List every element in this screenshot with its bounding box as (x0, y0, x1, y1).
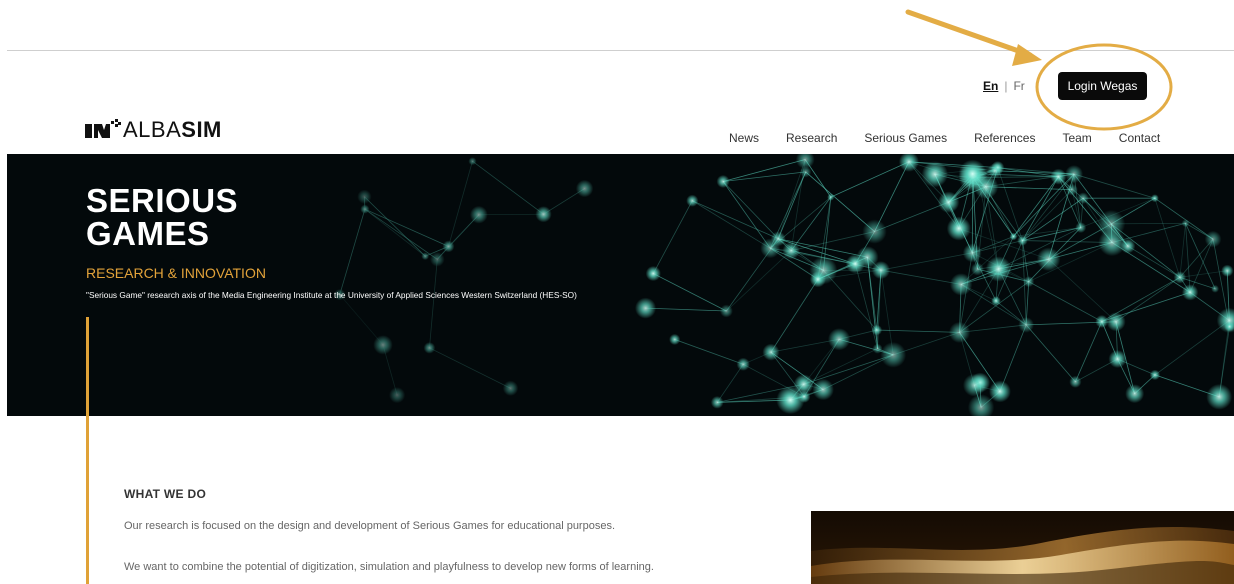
paragraph-research-focus: Our research is focused on the design an… (124, 520, 616, 532)
login-wegas-button[interactable]: Login Wegas (1058, 72, 1147, 100)
golden-wave-image (811, 511, 1234, 584)
hero-banner: SERIOUS GAMES RESEARCH & INNOVATION "Ser… (7, 154, 1234, 416)
logo-wordmark: ALBASIM (123, 117, 222, 142)
albasim-logo[interactable]: ALBASIM (85, 117, 222, 142)
nav-news[interactable]: News (729, 131, 759, 145)
hero-title: SERIOUS GAMES (86, 182, 239, 252)
nav-contact[interactable]: Contact (1119, 131, 1160, 145)
section-heading-what-we-do: WHAT WE DO (124, 487, 207, 501)
language-switcher: En | Fr (983, 79, 1025, 93)
main-nav: News Research Serious Games References T… (729, 131, 1160, 145)
nav-research[interactable]: Research (786, 131, 837, 145)
nav-team[interactable]: Team (1062, 131, 1091, 145)
logo-mark-icon (85, 119, 121, 138)
top-divider (7, 50, 1234, 51)
nav-references[interactable]: References (974, 131, 1035, 145)
lang-fr-link[interactable]: Fr (1013, 79, 1024, 93)
accent-vertical-line (86, 317, 89, 584)
lang-separator: | (1004, 79, 1008, 93)
paragraph-learning: We want to combine the potential of digi… (124, 561, 654, 573)
lang-en-link[interactable]: En (983, 79, 998, 93)
pointer-arrow-icon (905, 9, 1033, 58)
hero-description: "Serious Game" research axis of the Medi… (86, 290, 577, 300)
hero-subtitle: RESEARCH & INNOVATION (86, 265, 266, 281)
nav-serious-games[interactable]: Serious Games (864, 131, 947, 145)
